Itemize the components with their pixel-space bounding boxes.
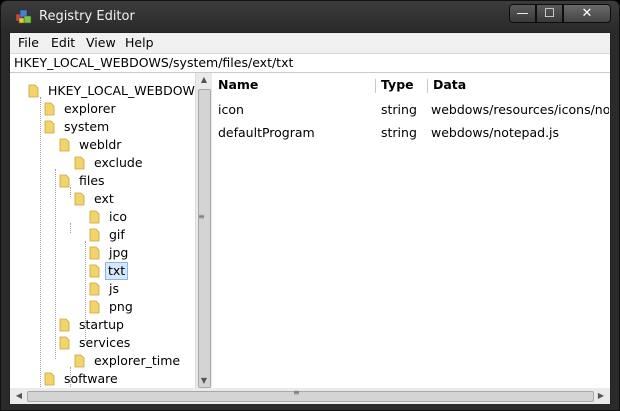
maximize-button[interactable]: ☐ (536, 4, 563, 23)
registry-tree[interactable]: HKEY_LOCAL_WEBDOWS explorer system webld… (10, 73, 196, 388)
folder-icon (89, 246, 100, 260)
value-type: string (381, 102, 417, 117)
value-data: webdows/notepad.js (431, 125, 560, 140)
tree-node-label: explorer_time (94, 353, 181, 368)
values-list[interactable]: Name Type Data icon string webdows/resou… (212, 73, 610, 388)
title-bar[interactable]: Registry Editor — ☐ ✕ (1, 1, 619, 33)
tree-connector (55, 169, 56, 359)
tree-node-label: ico (109, 209, 127, 224)
folder-icon (89, 210, 100, 224)
folder-icon (59, 336, 70, 350)
tree-connector (70, 187, 71, 197)
window-title: Registry Editor (39, 9, 135, 24)
horizontal-scrollbar[interactable]: ◀ ≡ ▶ (10, 388, 610, 404)
folder-icon (74, 156, 85, 170)
tree-vertical-scrollbar[interactable]: ▲ ≡ ▼ (196, 73, 212, 388)
minimize-icon: — (516, 6, 529, 20)
folder-icon (59, 138, 70, 152)
value-name: defaultProgram (218, 125, 315, 140)
tree-node-label: services (79, 335, 131, 350)
tree-node-label: exclude (94, 155, 143, 170)
folder-icon (44, 120, 55, 134)
column-divider[interactable] (375, 79, 376, 93)
tree-node-label: HKEY_LOCAL_WEBDOWS (48, 83, 196, 98)
tree-node-label: png (109, 299, 133, 314)
tree-connector (70, 223, 71, 233)
tree-node-label: explorer (64, 101, 116, 116)
close-button[interactable]: ✕ (563, 4, 611, 23)
column-divider[interactable] (427, 79, 428, 93)
tree-node-label: files (79, 173, 105, 188)
folder-icon (59, 318, 70, 332)
folder-icon (89, 300, 100, 314)
tree-node-label: webldr (79, 137, 122, 152)
close-icon: ✕ (581, 6, 593, 21)
registry-editor-icon (15, 9, 32, 24)
tree-connector (40, 97, 41, 388)
menu-view[interactable]: View (86, 35, 116, 50)
menu-bar: File Edit View Help (10, 33, 610, 53)
tree-node-label: system (64, 119, 110, 134)
folder-icon (74, 354, 85, 368)
scroll-thumb[interactable] (27, 391, 594, 402)
tree-node-label: jpg (109, 245, 129, 260)
minimize-button[interactable]: — (509, 4, 536, 23)
scroll-thumb[interactable] (198, 89, 211, 388)
folder-icon (89, 228, 100, 242)
tree-node-label: js (109, 281, 119, 296)
folder-icon (74, 192, 85, 206)
tree-node-label: txt (105, 262, 129, 280)
grip-icon: ≡ (293, 388, 300, 397)
tree-node-label: gif (109, 227, 125, 242)
folder-icon (44, 102, 55, 116)
column-header-type[interactable]: Type (381, 75, 414, 97)
column-header-data[interactable]: Data (433, 75, 466, 97)
scroll-left-icon[interactable]: ◀ (12, 388, 26, 404)
value-type: string (381, 125, 417, 140)
folder-icon (28, 84, 39, 98)
address-bar[interactable]: HKEY_LOCAL_WEBDOWS/system/files/ext/txt (10, 53, 610, 73)
scroll-right-icon[interactable]: ▶ (594, 388, 608, 404)
tree-node-label: startup (79, 317, 124, 332)
maximize-icon: ☐ (544, 6, 555, 20)
folder-icon (89, 282, 100, 296)
folder-icon (89, 264, 100, 278)
value-name: icon (218, 102, 244, 117)
menu-help[interactable]: Help (125, 35, 154, 50)
menu-edit[interactable]: Edit (51, 35, 75, 50)
grip-icon: ≡ (198, 212, 205, 221)
scroll-down-icon[interactable]: ▼ (196, 374, 212, 388)
tree-node-label: ext (94, 191, 114, 206)
folder-icon (44, 372, 55, 386)
scroll-up-icon[interactable]: ▲ (196, 73, 212, 87)
client-area: File Edit View Help HKEY_LOCAL_WEBDOWS/s… (9, 32, 611, 404)
tree-node-label: software (64, 371, 118, 386)
column-header-name[interactable]: Name (218, 75, 258, 97)
folder-icon (59, 174, 70, 188)
menu-file[interactable]: File (18, 35, 39, 50)
value-data: webdows/resources/icons/no... (431, 102, 609, 117)
registry-editor-window: Registry Editor — ☐ ✕ File Edit View Hel… (0, 0, 620, 411)
